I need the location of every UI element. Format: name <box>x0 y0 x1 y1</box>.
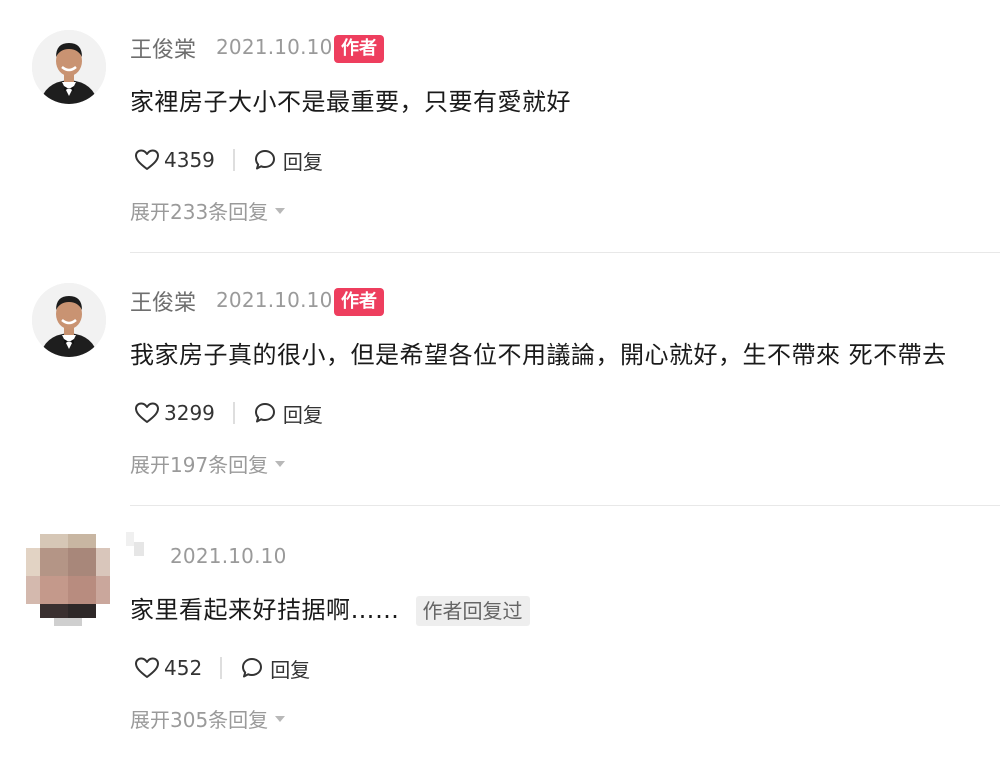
username[interactable]: 王俊棠 <box>130 285 196 317</box>
like-button[interactable]: 452 <box>134 656 202 680</box>
comment-text-content: 家里看起来好拮据啊…… <box>130 596 400 624</box>
caret-down-icon <box>275 460 286 467</box>
avatar[interactable] <box>32 283 106 357</box>
heart-icon <box>135 657 159 678</box>
heart-icon <box>135 149 159 170</box>
action-divider <box>220 657 223 679</box>
comment-actions: 4359 回复 <box>134 144 323 176</box>
expand-replies-label: 展开233条回复 <box>130 200 269 224</box>
avatar[interactable] <box>26 534 110 626</box>
caret-down-icon <box>275 207 286 214</box>
reply-button[interactable]: 回复 <box>253 146 323 175</box>
avatar-image <box>32 283 106 357</box>
like-count: 3299 <box>164 401 215 425</box>
reply-label: 回复 <box>282 149 323 174</box>
reply-label: 回复 <box>270 657 311 682</box>
comment-item: 王俊棠 2021.10.10 作者 家裡房子大小不是最重要，只要有愛就好 435… <box>0 0 1000 253</box>
expand-replies[interactable]: 展开233条回复 <box>130 196 286 225</box>
avatar[interactable] <box>32 30 106 104</box>
like-count: 4359 <box>164 148 215 172</box>
action-divider <box>232 402 235 424</box>
reply-label: 回复 <box>282 402 323 427</box>
reply-button[interactable]: 回复 <box>240 654 310 683</box>
comment-bubble-icon <box>242 658 263 678</box>
like-count: 452 <box>164 656 203 680</box>
author-badge: 作者 <box>334 288 384 316</box>
author-replied-tag: 作者回复过 <box>415 596 530 626</box>
comment-item: 2021.10.10 家里看起来好拮据啊…… 作者回复过 452 回复 展开305… <box>0 506 1000 759</box>
like-button[interactable]: 3299 <box>134 401 215 425</box>
username[interactable]: 王俊棠 <box>130 32 196 64</box>
comment-bubble-icon <box>254 150 275 170</box>
expand-replies[interactable]: 展开197条回复 <box>130 449 286 478</box>
like-button[interactable]: 4359 <box>134 148 215 172</box>
comment-item: 王俊棠 2021.10.10 作者 我家房子真的很小，但是希望各位不用議論，開心… <box>0 253 1000 506</box>
avatar-image <box>32 30 106 104</box>
comment-text: 家里看起来好拮据啊…… 作者回复过 <box>130 590 530 626</box>
expand-replies-label: 展开197条回复 <box>130 453 269 477</box>
comment-actions: 3299 回复 <box>134 397 323 429</box>
comment-bubble-icon <box>254 403 275 423</box>
comment-date: 2021.10.10 <box>216 288 333 312</box>
caret-down-icon <box>275 715 286 722</box>
comment-text: 我家房子真的很小，但是希望各位不用議論，開心就好，生不帶來 死不帶去 <box>130 341 947 369</box>
comment-actions: 452 回复 <box>134 652 310 684</box>
username-blurred[interactable] <box>126 532 148 560</box>
comment-date: 2021.10.10 <box>170 544 287 568</box>
expand-replies-label: 展开305条回复 <box>130 708 269 732</box>
author-badge: 作者 <box>334 35 384 63</box>
action-divider <box>232 149 235 171</box>
comment-date: 2021.10.10 <box>216 35 333 59</box>
expand-replies[interactable]: 展开305条回复 <box>130 704 286 733</box>
heart-icon <box>135 402 159 423</box>
comment-text: 家裡房子大小不是最重要，只要有愛就好 <box>130 88 571 116</box>
reply-button[interactable]: 回复 <box>253 399 323 428</box>
